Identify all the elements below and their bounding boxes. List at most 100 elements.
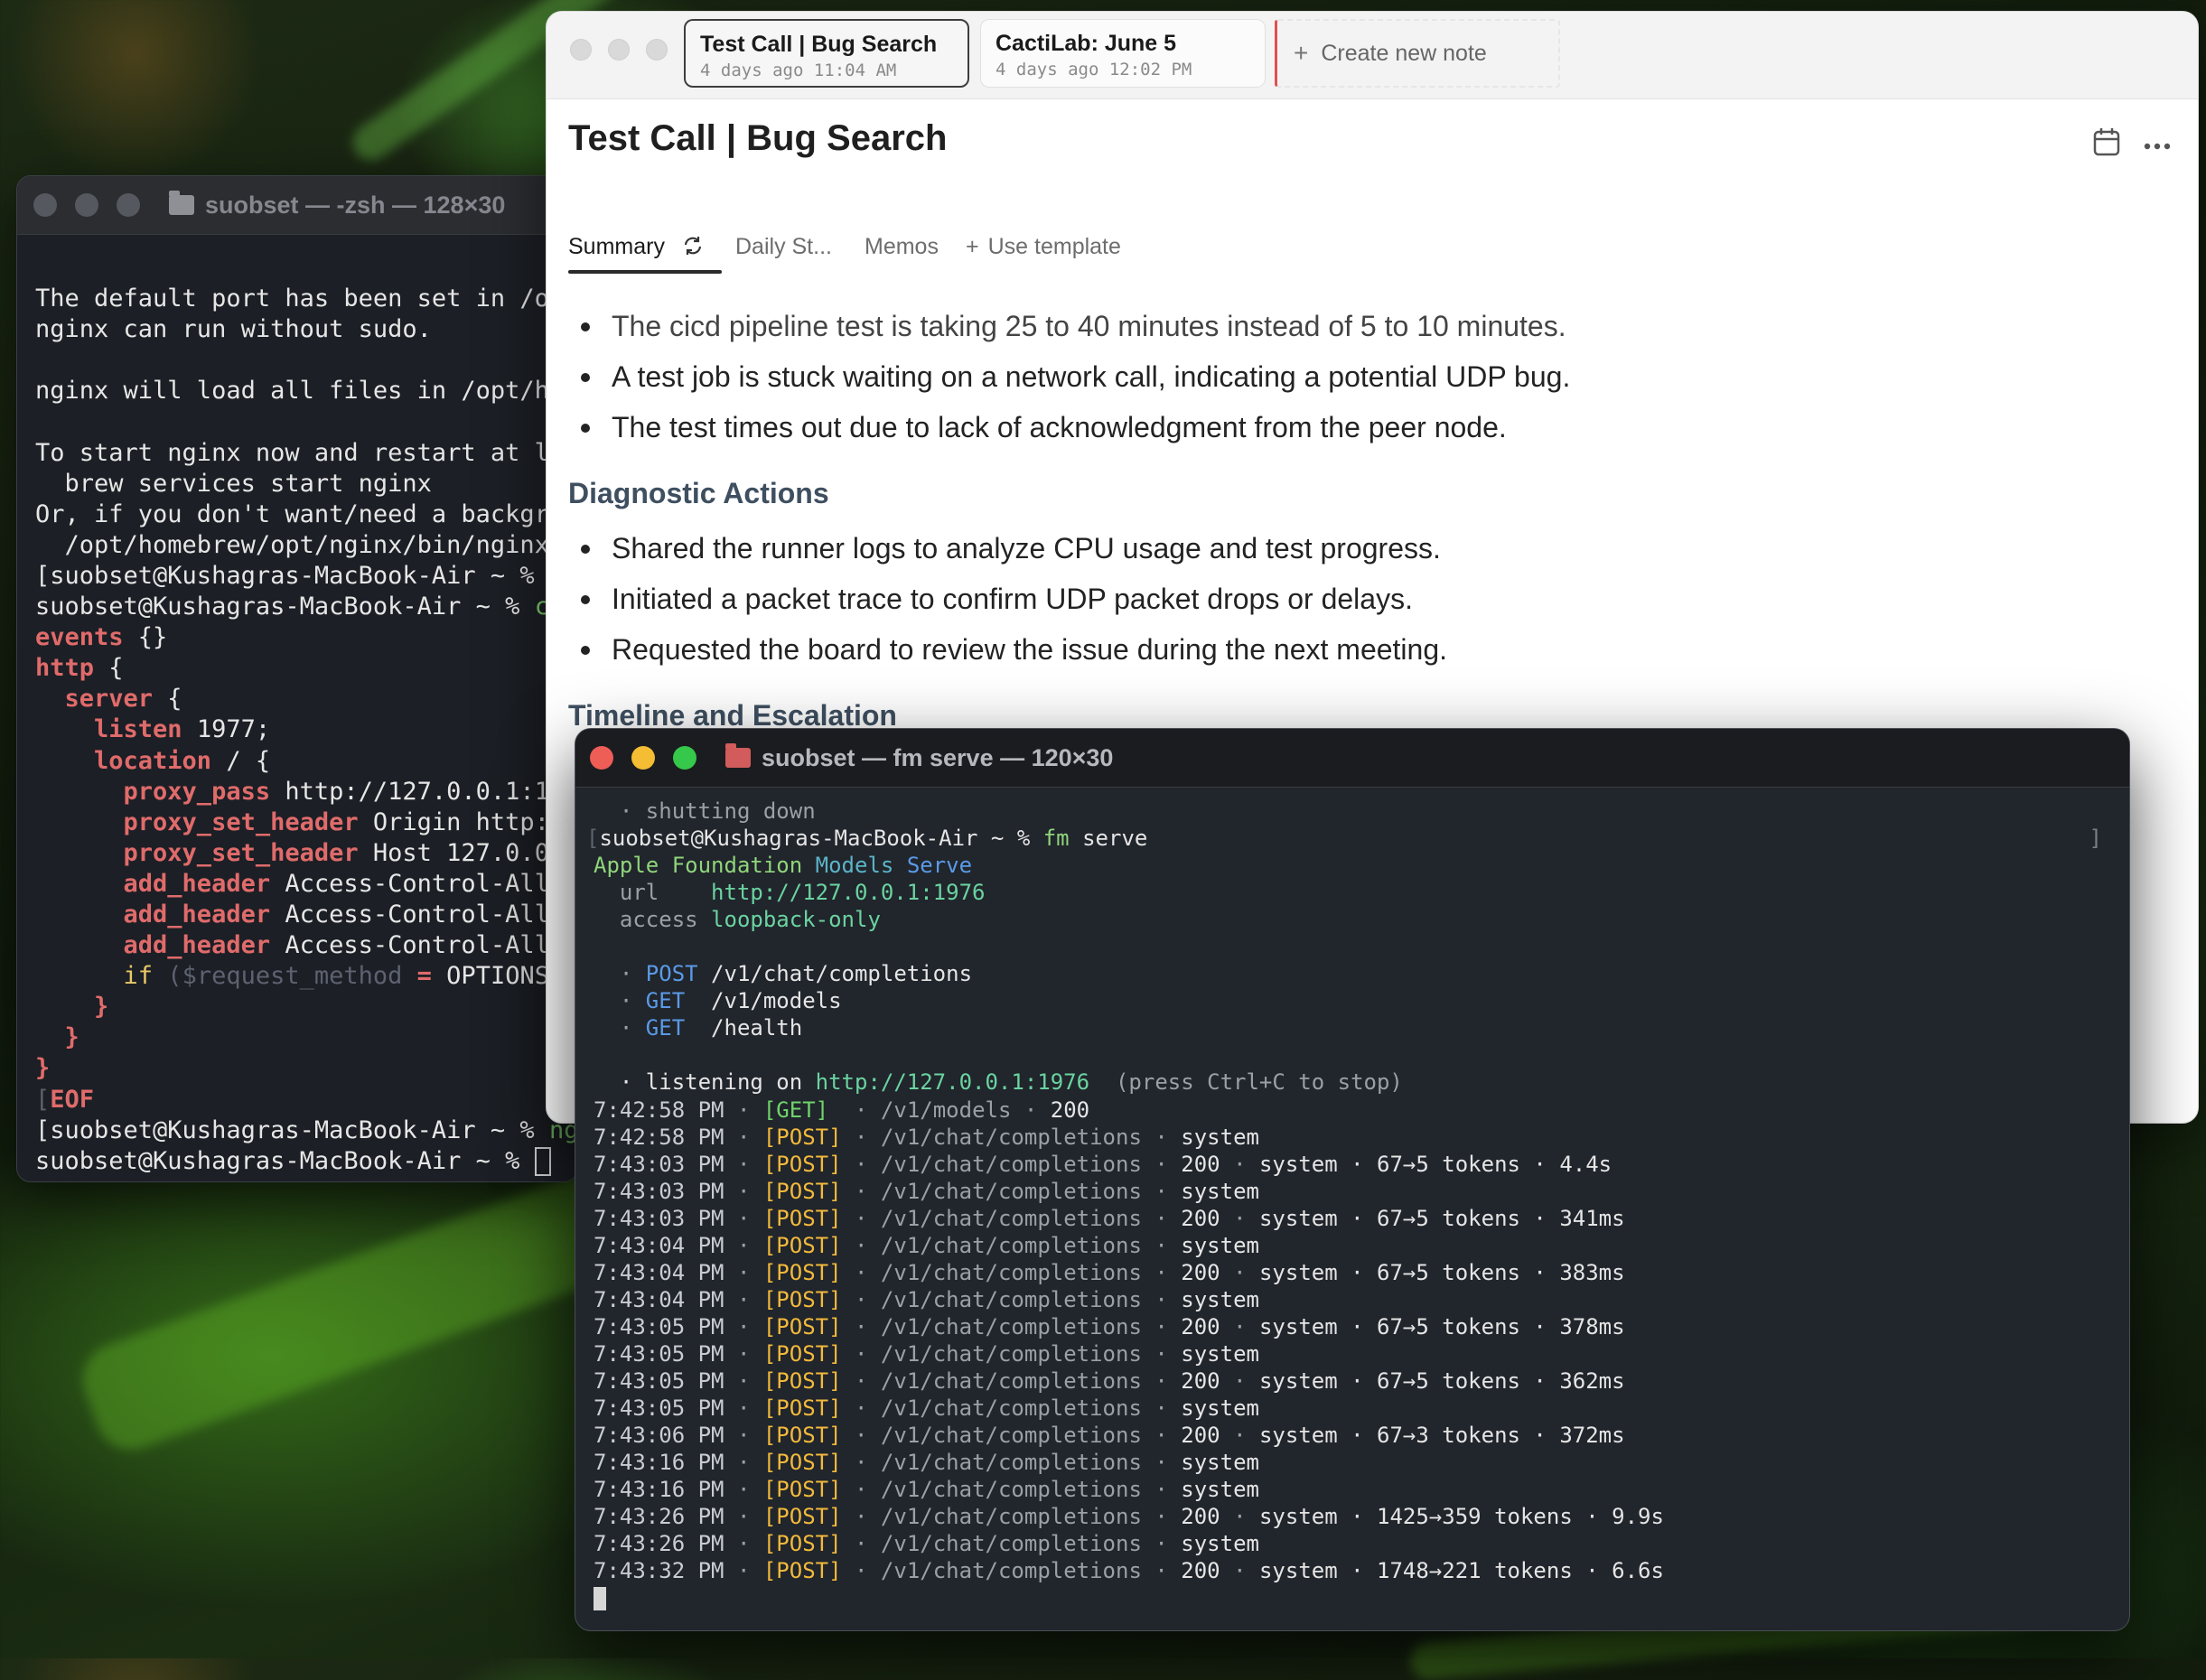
log-path: /v1/chat/completions <box>880 1313 1142 1339</box>
minimize-button[interactable] <box>631 746 655 770</box>
log-row: 7:42:58 PM · [GET] · /v1/models · 200 <box>594 1097 2111 1124</box>
section-heading: Diagnostic Actions <box>568 477 829 509</box>
shell-prompt: suobset@Kushagras-MacBook-Air ~ % ca <box>35 593 564 621</box>
list-item: A test job is stuck waiting on a network… <box>568 351 2162 402</box>
list-item: Initiated a packet trace to confirm UDP … <box>568 574 2162 624</box>
active-tab-underline <box>568 270 722 274</box>
log-time: 7:43:05 PM <box>594 1367 724 1394</box>
log-path: /v1/chat/completions <box>880 1558 1142 1584</box>
log-sep: · <box>1220 1205 1259 1231</box>
log-detail: system · 67→5 tokens · 378ms <box>1258 1313 1625 1339</box>
log-sep: · <box>1141 1340 1182 1367</box>
log-path: /v1/chat/completions <box>880 1504 1142 1530</box>
log-sep: · <box>841 1286 881 1312</box>
log-path: /v1/chat/completions <box>880 1531 1142 1557</box>
zoom-button[interactable] <box>117 193 140 217</box>
log-sep: · <box>1141 1205 1182 1231</box>
log-time: 7:43:05 PM <box>594 1395 724 1422</box>
terminal-output[interactable]: The default port has been set in /op ngi… <box>17 235 577 1177</box>
tab-daily[interactable]: Daily St... <box>735 234 832 260</box>
more-options-icon[interactable] <box>2144 138 2171 154</box>
tab-memos[interactable]: Memos <box>865 234 939 260</box>
refresh-icon[interactable] <box>682 235 704 257</box>
close-button[interactable] <box>33 193 57 217</box>
log-sep: · <box>724 1097 763 1123</box>
code-line: events {} <box>35 623 168 652</box>
log-sep: · <box>724 1395 763 1422</box>
terminal-output[interactable]: · shutting down [suobset@Kushagras-MacBo… <box>586 798 2111 1611</box>
log-method: [POST] <box>762 1423 842 1449</box>
log-sep: · <box>1141 1232 1182 1258</box>
code-line: add_header Access-Control-Allo <box>35 931 565 960</box>
log-row: 7:43:06 PM · [POST] · /v1/chat/completio… <box>594 1422 2111 1449</box>
log-row: 7:43:03 PM · [POST] · /v1/chat/completio… <box>594 1151 2111 1178</box>
note-tab[interactable]: CactiLab: June 5 4 days ago 12:02 PM <box>980 19 1266 88</box>
text-cursor <box>534 1147 551 1177</box>
log-row: 7:43:03 PM · [POST] · /v1/chat/completio… <box>594 1178 2111 1205</box>
log-sep: · <box>724 1450 763 1476</box>
log-sep: · <box>1220 1423 1259 1449</box>
log-sep: · <box>1220 1504 1259 1530</box>
folder-icon <box>169 191 194 215</box>
log-time: 7:43:26 PM <box>594 1504 724 1530</box>
terminal-titlebar[interactable]: suobset — -zsh — 128×30 <box>17 176 577 235</box>
log-detail: system <box>1181 1124 1259 1150</box>
log-sep: · <box>724 1178 763 1204</box>
note-title: Test Call | Bug Search <box>568 118 948 158</box>
log-sep: · <box>1141 1531 1182 1557</box>
log-time: 7:43:03 PM <box>594 1178 724 1204</box>
log-sep: · <box>724 1124 763 1150</box>
close-button[interactable] <box>570 39 592 61</box>
log-time: 7:43:32 PM <box>594 1558 724 1584</box>
zoom-button[interactable] <box>673 746 696 770</box>
code-line: proxy_set_header Host 127.0.0 <box>35 838 549 867</box>
zoom-button[interactable] <box>646 39 668 61</box>
log-method: [POST] <box>762 1124 842 1150</box>
log-method: [POST] <box>762 1151 842 1177</box>
terminal-window-zsh[interactable]: suobset — -zsh — 128×30 The default port… <box>16 175 578 1182</box>
log-time: 7:43:03 PM <box>594 1205 724 1231</box>
log-path: /v1/chat/completions <box>880 1367 1142 1394</box>
log-status: 200 <box>1181 1259 1220 1285</box>
shell-prompt: [suobset@Kushagras-MacBook-Air ~ % ngi <box>35 1115 578 1144</box>
log-time: 7:43:04 PM <box>594 1259 724 1285</box>
tab-summary[interactable]: Summary <box>568 234 704 260</box>
create-new-note-button[interactable]: + Create new note <box>1275 19 1560 88</box>
log-sep: · <box>841 1395 881 1422</box>
use-template-button[interactable]: + Use template <box>966 234 1121 260</box>
log-row: 7:43:05 PM · [POST] · /v1/chat/completio… <box>594 1367 2111 1395</box>
log-method: [POST] <box>762 1232 842 1258</box>
log-time: 7:43:05 PM <box>594 1340 724 1367</box>
log-sep: · <box>724 1340 763 1367</box>
minimize-button[interactable] <box>75 193 98 217</box>
folder-icon <box>725 743 751 768</box>
note-tab-active[interactable]: Test Call | Bug Search 4 days ago 11:04 … <box>684 19 969 88</box>
log-status: 200 <box>1181 1367 1220 1394</box>
close-button[interactable] <box>590 746 613 770</box>
log-sep: · <box>1141 1124 1182 1150</box>
note-content[interactable]: The cicd pipeline test is taking 25 to 4… <box>568 301 2162 745</box>
log-detail: system · 1748→221 tokens · 6.6s <box>1258 1558 1664 1584</box>
log-time: 7:43:16 PM <box>594 1477 724 1503</box>
terminal-titlebar[interactable]: suobset — fm serve — 120×30 <box>575 729 2129 788</box>
terminal-line: · shutting down <box>594 798 816 824</box>
code-line: proxy_pass http://127.0.0.1:19 <box>35 777 565 806</box>
log-status: 200 <box>1181 1313 1220 1339</box>
log-method: [POST] <box>762 1313 842 1339</box>
log-sep: · <box>841 1531 881 1557</box>
terminal-line: To start nginx now and restart at lo <box>35 438 565 467</box>
log-sep: · <box>1220 1259 1259 1285</box>
log-sep: · <box>1141 1313 1182 1339</box>
log-sep: · <box>724 1423 763 1449</box>
terminal-window-fm-serve[interactable]: suobset — fm serve — 120×30 · shutting d… <box>575 728 2130 1631</box>
log-sep: · <box>724 1151 763 1177</box>
minimize-button[interactable] <box>608 39 630 61</box>
code-line: listen 1977; <box>35 715 271 744</box>
log-time: 7:42:58 PM <box>594 1097 724 1123</box>
calendar-icon[interactable] <box>2093 127 2120 161</box>
log-sep: · <box>841 1423 881 1449</box>
log-status: 200 <box>1181 1504 1220 1530</box>
terminal-line: Or, if you don't want/need a backgro <box>35 499 565 528</box>
